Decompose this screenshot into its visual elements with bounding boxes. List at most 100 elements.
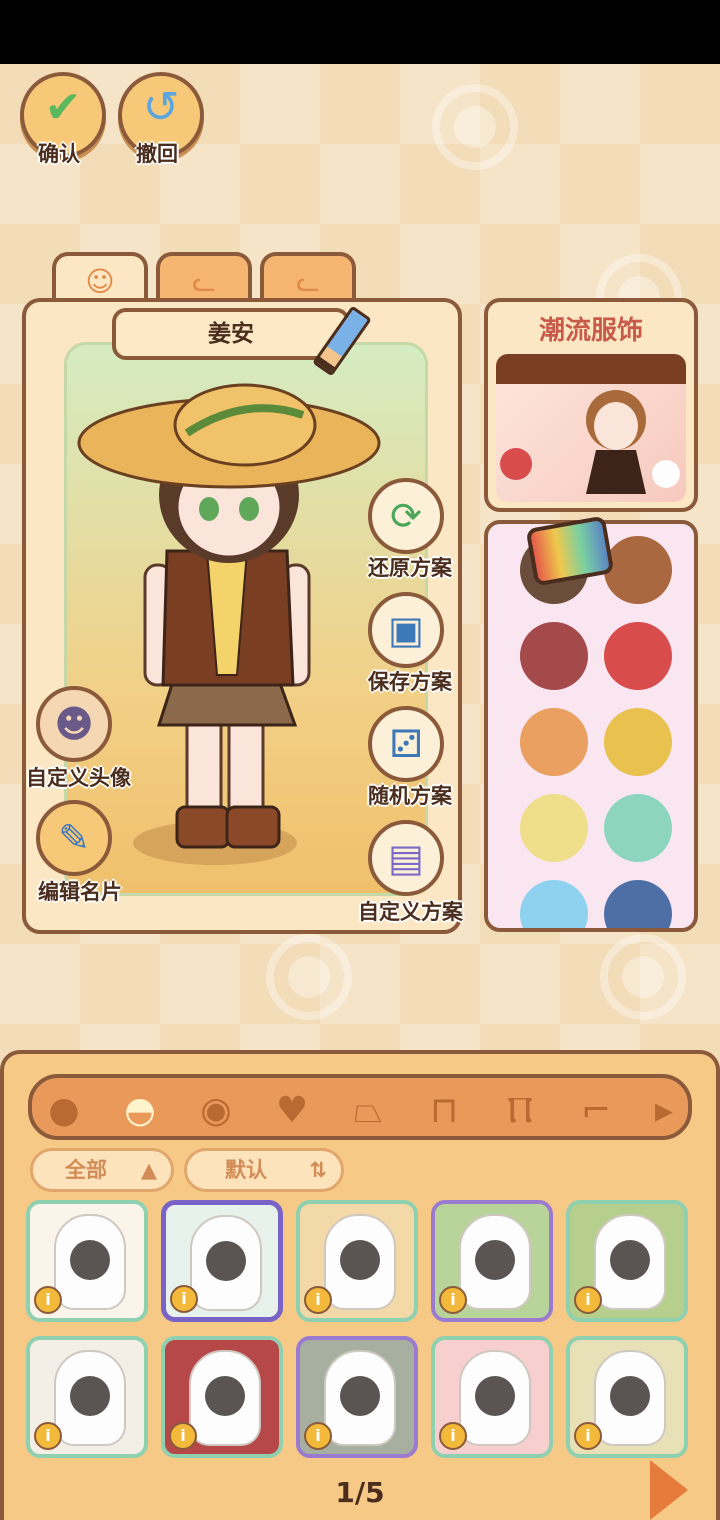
color-swatch[interactable] [520,708,588,776]
custom-scheme-button[interactable]: ▤ [368,820,444,896]
color-swatch[interactable] [604,536,672,604]
avatar-icon: ☻ [54,702,94,746]
undo-label: 撤回 [136,142,178,166]
hairstyle-preview [594,1214,666,1310]
info-icon[interactable]: i [304,1286,332,1314]
sun-decoration-icon [432,84,518,170]
hair-item[interactable]: i [431,1200,553,1322]
hair-item[interactable]: i [161,1336,283,1458]
hair-item[interactable]: i [26,1336,148,1458]
next-page-arrow-icon[interactable] [650,1460,688,1520]
sort-icon: ⇅ [309,1158,327,1182]
info-icon[interactable]: i [169,1422,197,1450]
random-scheme-button[interactable]: ⚂ [368,706,444,782]
save-scheme-label: 保存方案 [368,670,452,694]
edit-card-icon: ✎ [58,816,90,860]
random-scheme-label: 随机方案 [368,784,452,808]
hairstyle-preview [459,1350,531,1446]
hairstyle-preview [54,1214,126,1310]
floppy-disk-icon: ▣ [388,608,424,652]
cat-face-icon: ᓚ [296,265,320,298]
head-silhouette [70,1240,110,1280]
hairstyle-preview [324,1350,396,1446]
fashion-preview-image [496,354,686,502]
color-swatch[interactable] [520,622,588,690]
triangle-up-icon: ▲ [140,1158,157,1182]
head-silhouette [340,1240,380,1280]
color-swatch[interactable] [520,880,588,928]
head-silhouette [206,1241,246,1281]
hairstyle-preview [594,1350,666,1446]
sort-filter-label: 默认 [225,1158,267,1182]
category-hair-icon[interactable]: ◓ [112,1086,168,1136]
info-icon[interactable]: i [34,1286,62,1314]
checkmark-icon: ✔ [44,82,82,133]
hairstyle-preview [54,1350,126,1446]
category-skirt-icon[interactable]: ⏢ [340,1086,396,1136]
head-silhouette [340,1376,380,1416]
hair-item[interactable]: i [566,1200,688,1322]
cat-face-icon: ᓚ [192,265,216,298]
page-indicator: 1/5 [335,1476,385,1509]
undo-arrow-icon: ↺ [142,82,180,133]
fashion-title: 潮流服饰 [538,316,643,346]
hair-item[interactable]: i [296,1200,418,1322]
head-silhouette [610,1376,650,1416]
hair-item[interactable]: i [566,1336,688,1458]
restore-scheme-label: 还原方案 [368,556,452,580]
head-silhouette [475,1376,515,1416]
edit-card-label: 编辑名片 [38,880,122,904]
color-swatch[interactable] [604,622,672,690]
hairstyle-preview [459,1214,531,1310]
category-filter-label: 全部 [65,1158,107,1182]
hairstyle-preview [324,1214,396,1310]
edit-card-button[interactable]: ✎ [36,800,112,876]
color-swatch[interactable] [520,794,588,862]
info-icon[interactable]: i [574,1422,602,1450]
head-silhouette [205,1376,245,1416]
info-icon[interactable]: i [439,1286,467,1314]
info-icon[interactable]: i [439,1422,467,1450]
category-pants-icon[interactable]: Ⲡ [492,1086,548,1136]
hair-item[interactable]: i [161,1200,283,1322]
hair-item[interactable]: i [26,1200,148,1322]
info-icon[interactable]: i [574,1286,602,1314]
character-name[interactable]: 姜安 [112,308,350,360]
fashion-panel[interactable]: 潮流服饰 [484,298,698,512]
girl-face-icon: ☺ [85,265,115,298]
category-coat-icon[interactable]: ⊓ [416,1086,472,1136]
hairstyle-preview [189,1350,261,1446]
hairstyle-preview [190,1215,262,1311]
category-bar: ● ◓ ◉ ♥ ⏢ ⊓ Ⲡ ⌐ ▸ [28,1074,692,1140]
save-scheme-button[interactable]: ▣ [368,592,444,668]
hair-item[interactable]: i [296,1336,418,1458]
category-eyes-icon[interactable]: ◉ [188,1086,244,1136]
info-icon[interactable]: i [34,1422,62,1450]
head-silhouette [475,1240,515,1280]
category-more-icon[interactable]: ▸ [636,1086,692,1136]
category-filter-dropdown[interactable]: 全部 ▲ [30,1148,174,1192]
custom-avatar-label: 自定义头像 [26,766,131,790]
sun-decoration-icon [600,934,686,1020]
category-skin-icon[interactable]: ● [36,1086,92,1136]
hair-item[interactable]: i [431,1336,553,1458]
color-swatch[interactable] [604,708,672,776]
category-top-icon[interactable]: ♥ [264,1086,320,1136]
custom-scheme-label: 自定义方案 [358,900,463,924]
status-bar [0,0,720,64]
fashion-character-art [496,354,686,494]
info-icon[interactable]: i [170,1285,198,1313]
head-silhouette [610,1240,650,1280]
head-silhouette [70,1376,110,1416]
restore-cycle-icon: ⟳ [390,494,422,538]
color-swatch[interactable] [604,880,672,928]
custom-avatar-button[interactable]: ☻ [36,686,112,762]
category-shoes-icon[interactable]: ⌐ [568,1086,624,1136]
color-swatch[interactable] [604,794,672,862]
info-icon[interactable]: i [304,1422,332,1450]
sort-filter-dropdown[interactable]: 默认 ⇅ [184,1148,344,1192]
dice-icon: ⚂ [389,722,423,766]
cards-icon: ▤ [388,836,424,880]
restore-scheme-button[interactable]: ⟳ [368,478,444,554]
color-palette-panel [484,520,698,932]
